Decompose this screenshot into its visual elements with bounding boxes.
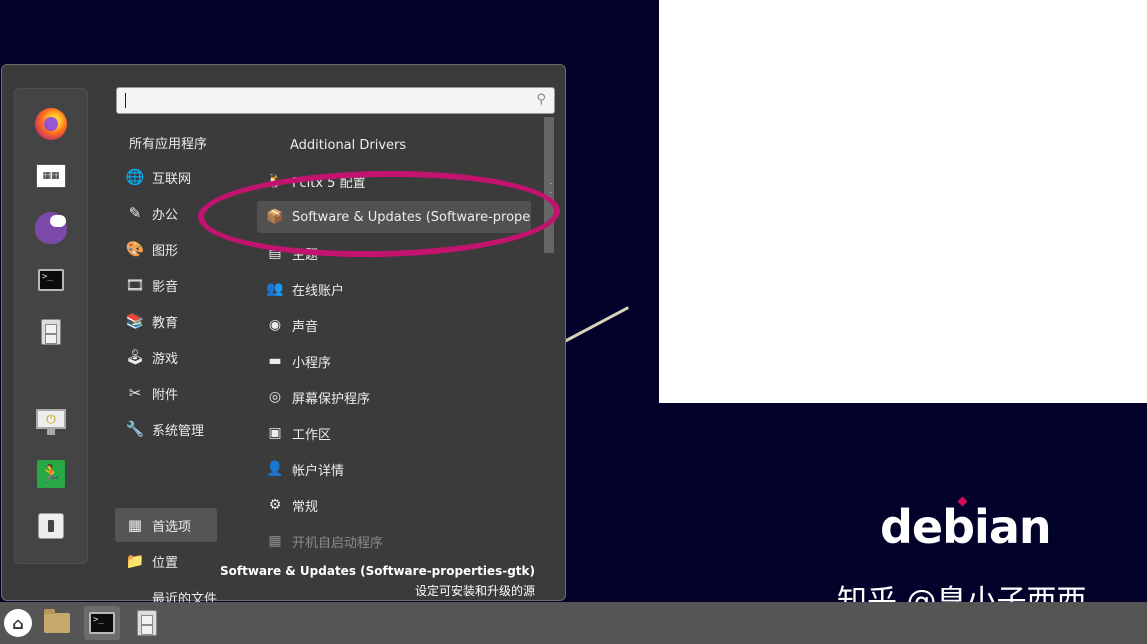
category-games[interactable]: 🕹 游戏 (115, 340, 217, 374)
app-fcitx5-config[interactable]: 🐧 Fcitx 5 配置 (257, 165, 531, 197)
category-accessories[interactable]: ✂ 附件 (115, 376, 217, 410)
app-list-scrollbar[interactable] (542, 117, 555, 564)
tools-icon: ✂ (128, 384, 142, 402)
category-multimedia[interactable]: 🎞 影音 (115, 268, 217, 302)
software-updates-icon: 📦 (266, 209, 284, 225)
app-workspaces[interactable]: ▣ 工作区 (257, 417, 531, 449)
app-software-updates[interactable]: 📦 Software & Updates (Software-properti… (257, 201, 531, 233)
search-input[interactable]: ⚲ (116, 87, 555, 114)
education-icon: 📚 (125, 312, 145, 330)
menu-launcher-icon[interactable]: ⌂ (0, 606, 36, 640)
category-office[interactable]: ✎ 办公 (115, 196, 217, 230)
app-sound[interactable]: ◉ 声音 (257, 309, 531, 341)
speaker-icon: ◉ (268, 317, 282, 333)
app-startup-applications[interactable]: ▦ 开机自启动程序 (257, 525, 531, 557)
wrench-icon: 🔧 (125, 420, 145, 438)
category-preferences[interactable]: ▦ 首选项 (115, 508, 217, 542)
app-online-accounts[interactable]: 👥 在线账户 (257, 273, 531, 305)
app-additional-drivers[interactable]: Additional Drivers (257, 129, 564, 161)
app-description-title: Software & Updates (Software-properties-… (220, 564, 535, 578)
shutdown-icon[interactable] (32, 507, 70, 545)
lock-screen-icon[interactable]: ⏻ (32, 403, 70, 441)
terminal-taskbar-icon[interactable]: >_ (84, 606, 120, 640)
theme-icon: ▤ (268, 245, 282, 261)
category-internet[interactable]: 🌐 互联网 (115, 160, 217, 194)
scrollbar-thumb[interactable] (544, 117, 554, 253)
desktop-settings-icon[interactable]: ▦▦ (32, 157, 70, 195)
online-accounts-icon: 👥 (266, 281, 284, 297)
category-places[interactable]: 📁 位置 (115, 544, 217, 578)
search-icon: ⚲ (536, 92, 546, 107)
pidgin-icon[interactable] (32, 209, 70, 247)
firefox-icon[interactable] (32, 105, 70, 143)
joystick-icon: 🕹 (125, 348, 145, 366)
category-administration[interactable]: 🔧 系统管理 (115, 412, 217, 446)
office-icon: ✎ (128, 204, 142, 222)
penguin-icon: 🐧 (266, 173, 284, 189)
settings-icon: ⚙ (268, 497, 282, 513)
terminal-icon[interactable]: >_ (32, 261, 70, 299)
favorites-bar: ▦▦ >_ ⏻ 🏃 (14, 88, 88, 564)
app-description-subtitle: 设定可安装和升级的源 (414, 584, 535, 598)
startup-icon: ▦ (268, 533, 282, 549)
folder-icon: 📁 (125, 552, 145, 570)
preferences-icon: ▦ (127, 516, 143, 534)
app-general[interactable]: ⚙ 常规 (257, 489, 531, 521)
debian-logo: debian (880, 496, 1052, 554)
user-icon: 👤 (266, 461, 284, 477)
app-account-details[interactable]: 👤 帐户详情 (257, 453, 531, 485)
app-applets[interactable]: ▬ 小程序 (257, 345, 531, 377)
category-graphics[interactable]: 🎨 图形 (115, 232, 217, 266)
file-cabinet-taskbar-icon[interactable] (129, 606, 165, 640)
app-themes[interactable]: ▤ 主题 (257, 237, 531, 269)
film-icon: 🎞 (125, 276, 145, 294)
category-education[interactable]: 📚 教育 (115, 304, 217, 338)
logout-icon[interactable]: 🏃 (32, 455, 70, 493)
background-window (659, 0, 1147, 403)
app-screensaver[interactable]: ◎ 屏幕保护程序 (257, 381, 531, 413)
application-menu: ▦▦ >_ ⏻ 🏃 ⚲ 所有应用程序 🌐 互联网 ✎ 办公 🎨 图形 🎞 影音 📚 教育 … (1, 64, 566, 607)
globe-icon: 🌐 (125, 168, 145, 186)
screensaver-icon: ◎ (268, 389, 282, 405)
file-manager-icon[interactable] (39, 606, 75, 640)
file-cabinet-icon[interactable] (32, 313, 70, 351)
applet-icon: ▬ (268, 353, 282, 369)
taskbar: ⌂ >_ (0, 602, 1147, 644)
category-all-apps[interactable]: 所有应用程序 (129, 133, 207, 152)
workspace-icon: ▣ (268, 425, 282, 441)
palette-icon: 🎨 (125, 240, 145, 258)
